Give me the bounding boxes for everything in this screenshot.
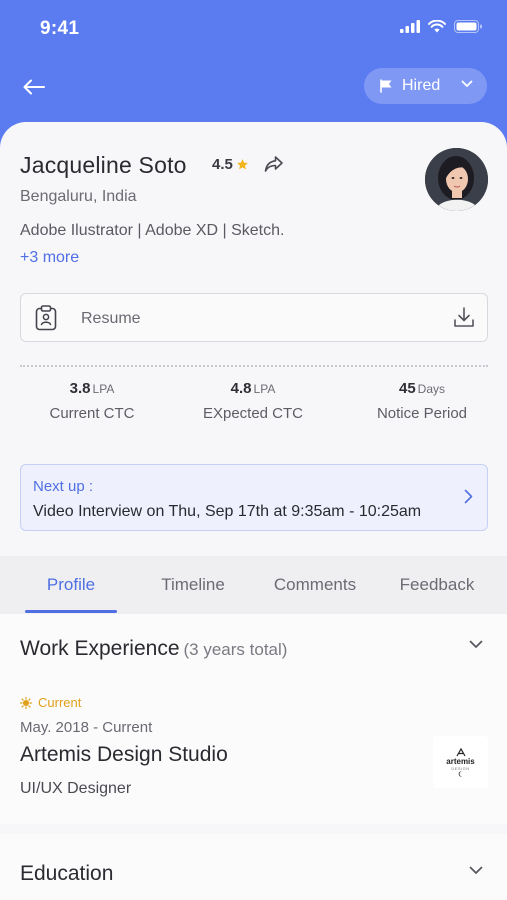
next-up-heading: Next up : [33,478,94,495]
rating-value: 4.5 [212,156,233,173]
back-button[interactable] [18,72,50,102]
active-tab-indicator [25,610,117,613]
download-icon[interactable] [453,306,475,328]
star-icon [236,159,248,170]
company-name: Artemis Design Studio [20,743,228,766]
arrow-left-icon [23,79,45,95]
clipboard-icon [35,305,57,331]
logo-mark-icon [455,747,466,756]
chevron-down-icon[interactable] [469,640,483,649]
education-title: Education [20,862,114,885]
wifi-icon [428,20,446,33]
divider [20,365,488,367]
candidate-skills: Adobe Ilustrator | Adobe XD | Sketch. [20,222,285,239]
status-icons [400,20,483,33]
chevron-down-icon [461,80,473,87]
resume-row[interactable]: Resume [20,293,488,342]
chevron-down-icon[interactable] [469,866,483,875]
more-skills-link[interactable]: +3 more [20,249,79,267]
tab-bar: Profile Timeline Comments Feedback [0,556,507,614]
tab-feedback[interactable]: Feedback [375,556,499,614]
section-title: Work Experience (3 years total) [20,637,287,661]
stat-value: 4.8 [230,380,252,397]
next-up-text: Video Interview on Thu, Sep 17th at 9:35… [33,503,422,520]
current-badge: Current [20,695,81,710]
sun-icon [20,696,32,709]
candidate-avatar [425,148,488,211]
signal-icon [400,20,420,33]
share-button[interactable] [264,155,284,178]
stat-unit: Days [417,382,446,396]
stat-unit: LPA [92,382,115,396]
candidate-rating: 4.5 [212,156,249,173]
status-label: Hired [402,77,441,94]
flag-icon [380,79,392,93]
candidate-name: Jacqueline Soto [20,152,187,178]
company-logo: artemis DESIGN [433,736,488,788]
battery-icon [454,20,482,33]
tab-profile[interactable]: Profile [9,556,133,614]
status-bar: 9:41 [0,0,507,58]
stat-label: EXpected CTC [202,405,304,422]
stat-notice-period: 45 Days Notice Period [342,380,502,422]
resume-label: Resume [81,310,141,327]
work-experience-section: Work Experience (3 years total) Current M… [0,614,507,824]
current-badge-label: Current [38,695,82,710]
stat-value: 3.8 [69,380,91,397]
candidate-location: Bengaluru, India [20,188,137,205]
work-experience-subtitle: (3 years total) [183,640,288,659]
tab-comments[interactable]: Comments [253,556,377,614]
stat-value: 45 [398,380,416,397]
tab-timeline[interactable]: Timeline [131,556,255,614]
education-section: Education [0,834,507,900]
stat-unit: LPA [253,382,276,396]
profile-card: Jacqueline Soto 4.5 Bengaluru, India Ado… [0,122,507,900]
next-up-card[interactable]: Next up : Video Interview on Thu, Sep 17… [20,464,488,531]
chevron-right-icon [464,489,473,504]
work-experience-title: Work Experience [20,637,180,660]
logo-moon-icon [458,770,462,777]
avatar-image [425,148,488,211]
stat-expected-ctc: 4.8 LPA EXpected CTC [173,380,333,422]
job-dates: May. 2018 - Current [20,719,153,736]
status-dropdown[interactable]: Hired [364,68,487,104]
share-icon [264,156,283,172]
job-role: UI/UX Designer [20,780,132,797]
status-time: 9:41 [40,18,80,39]
stat-label: Notice Period [376,405,468,422]
logo-text: artemis [446,756,475,766]
stat-label: Current CTC [49,405,135,422]
stat-current-ctc: 3.8 LPA Current CTC [12,380,172,422]
